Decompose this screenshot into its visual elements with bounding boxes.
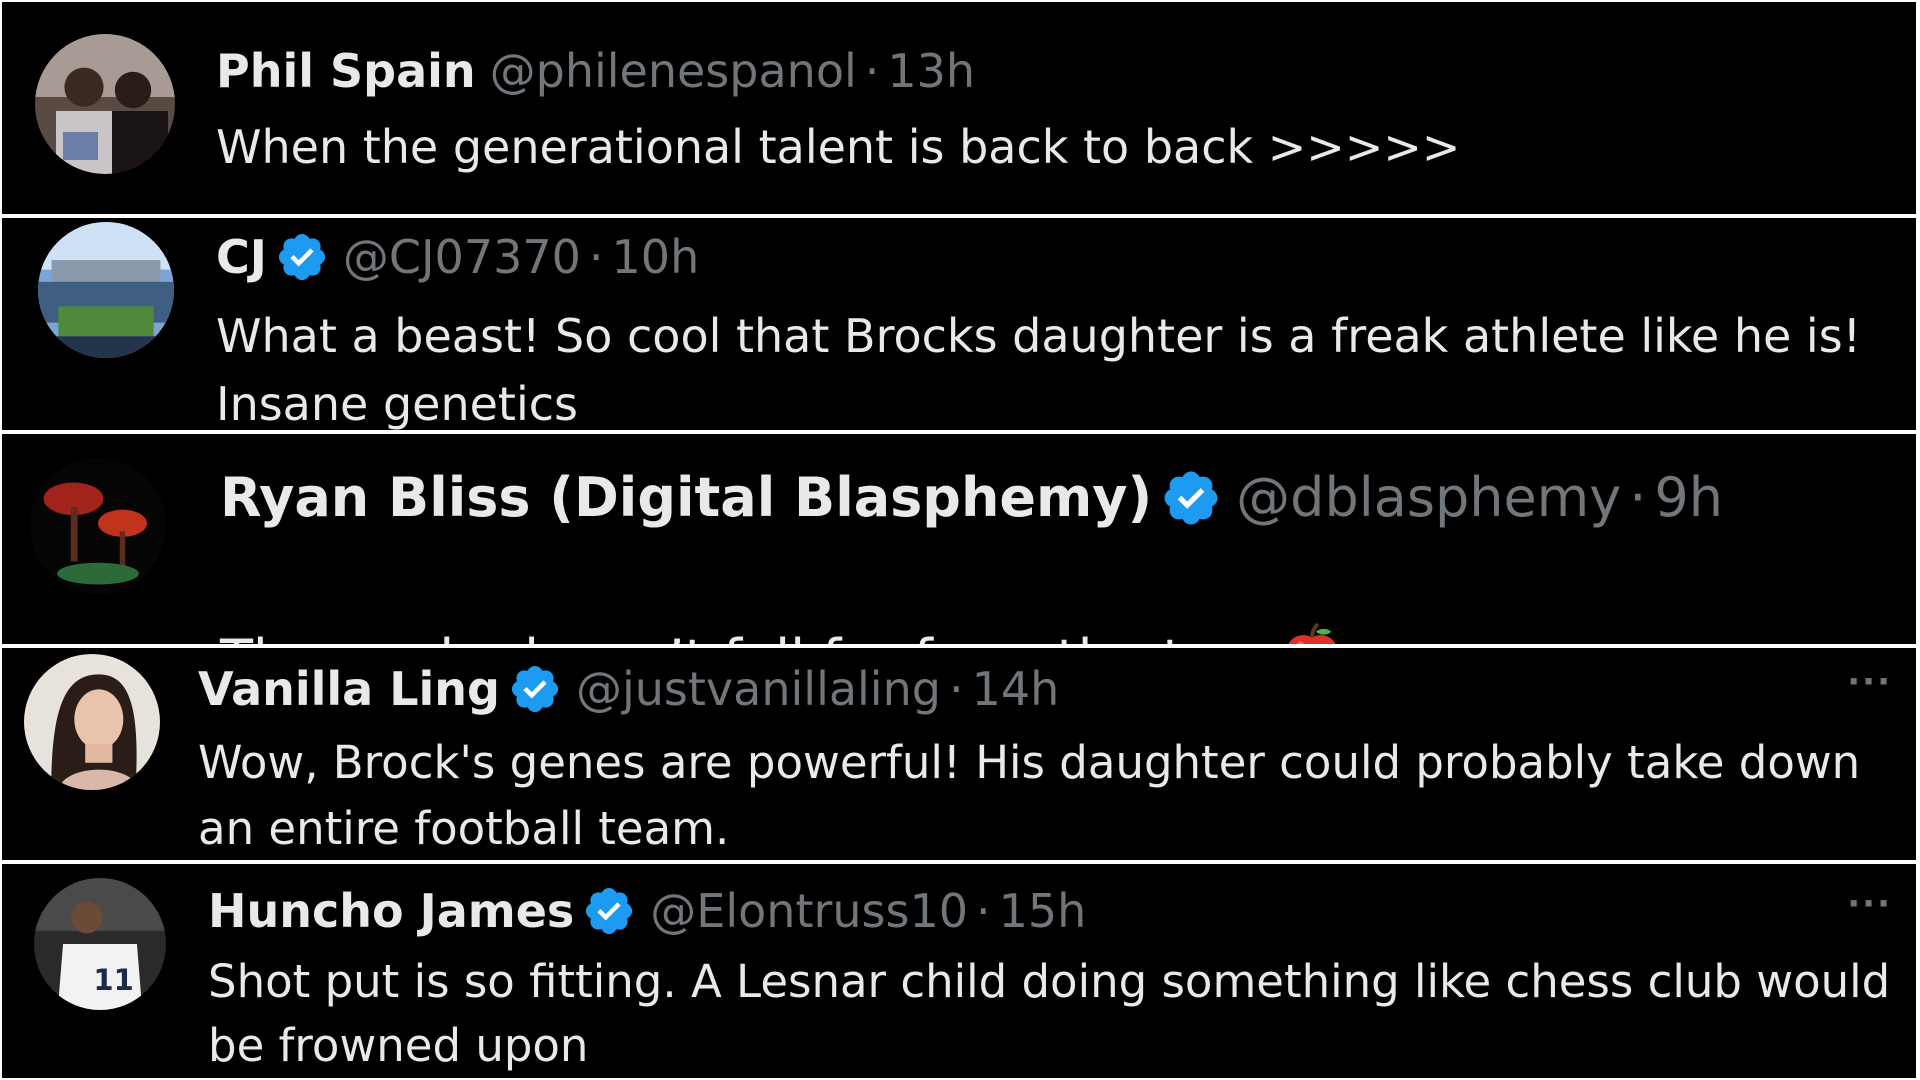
separator-dot: · (588, 230, 604, 284)
reply-header: CJ @CJ07370 · 10h (216, 230, 699, 284)
reply-header: Phil Spain @philenespanol · 13h (216, 44, 975, 98)
reply-collage: Phil Spain @philenespanol · 13h When the… (0, 0, 1920, 1080)
reply-card-vanilla-ling[interactable]: Vanilla Ling @justvanillaling · 14h ··· … (2, 648, 1916, 860)
reply-card-cj[interactable]: CJ @CJ07370 · 10h What a beast! So cool … (2, 218, 1916, 430)
user-handle[interactable]: @Elontruss10 (650, 884, 968, 938)
red-apple-icon (1281, 622, 1343, 644)
verified-badge-icon (508, 662, 562, 716)
reply-text: The apple doesn’t fall far from the tree (220, 546, 1343, 644)
timestamp[interactable]: 13h (887, 44, 975, 98)
more-options-button[interactable]: ··· (1847, 662, 1892, 702)
more-options-button[interactable]: ··· (1847, 884, 1892, 924)
user-handle[interactable]: @dblasphemy (1236, 466, 1621, 529)
user-handle[interactable]: @philenespanol (490, 44, 857, 98)
mushroom-art-avatar[interactable] (30, 458, 166, 594)
verified-badge-icon (275, 230, 329, 284)
reply-text: Shot put is so fitting. A Lesnar child d… (208, 955, 1891, 1072)
crowd-photo-icon (35, 34, 175, 174)
reply-header: Vanilla Ling @justvanillaling · 14h (198, 662, 1059, 716)
reply-text: When the generational talent is back to … (216, 120, 1461, 174)
display-name[interactable]: Vanilla Ling (198, 662, 500, 716)
separator-dot: · (948, 662, 964, 716)
reply-card-phil-spain[interactable]: Phil Spain @philenespanol · 13h When the… (2, 2, 1916, 214)
verified-badge-icon (1160, 467, 1222, 529)
woman-portrait-avatar[interactable] (24, 654, 160, 790)
svg-text:11: 11 (93, 963, 133, 997)
display-name[interactable]: Phil Spain (216, 44, 476, 98)
user-handle[interactable]: @CJ07370 (343, 230, 581, 284)
reply-text: Wow, Brock's genes are powerful! His dau… (198, 736, 1861, 855)
separator-dot: · (976, 884, 991, 938)
separator-dot: · (1629, 466, 1647, 529)
reply-header: Huncho James @Elontruss10 · 15h (208, 884, 1086, 938)
user-handle[interactable]: @justvanillaling (576, 662, 941, 716)
timestamp[interactable]: 10h (612, 230, 700, 284)
crowd-photo-avatar[interactable] (35, 34, 175, 174)
stadium-photo-icon (38, 222, 174, 358)
jersey-photo-avatar[interactable]: 11 (34, 878, 166, 1010)
display-name[interactable]: Ryan Bliss (Digital Blasphemy) (220, 466, 1152, 529)
reply-card-huncho-james[interactable]: 11 Huncho James @Elontruss10 · 15h ··· S… (2, 864, 1916, 1078)
verified-badge-icon (582, 884, 636, 938)
display-name[interactable]: CJ (216, 230, 267, 284)
reply-text: What a beast! So cool that Brocks daught… (216, 309, 1862, 430)
reply-text-content: The apple doesn’t fall far from the tree (220, 628, 1271, 644)
timestamp[interactable]: 9h (1654, 466, 1723, 529)
timestamp[interactable]: 15h (999, 884, 1087, 938)
timestamp[interactable]: 14h (972, 662, 1060, 716)
mushroom-art-icon (30, 458, 166, 594)
reply-card-ryan-bliss[interactable]: Ryan Bliss (Digital Blasphemy) @dblasphe… (2, 434, 1916, 644)
display-name[interactable]: Huncho James (208, 884, 574, 938)
reply-header: Ryan Bliss (Digital Blasphemy) @dblasphe… (220, 466, 1723, 529)
woman-portrait-icon (24, 654, 160, 790)
separator-dot: · (864, 44, 880, 98)
stadium-photo-avatar[interactable] (38, 222, 174, 358)
jersey-photo-icon: 11 (34, 878, 166, 1010)
